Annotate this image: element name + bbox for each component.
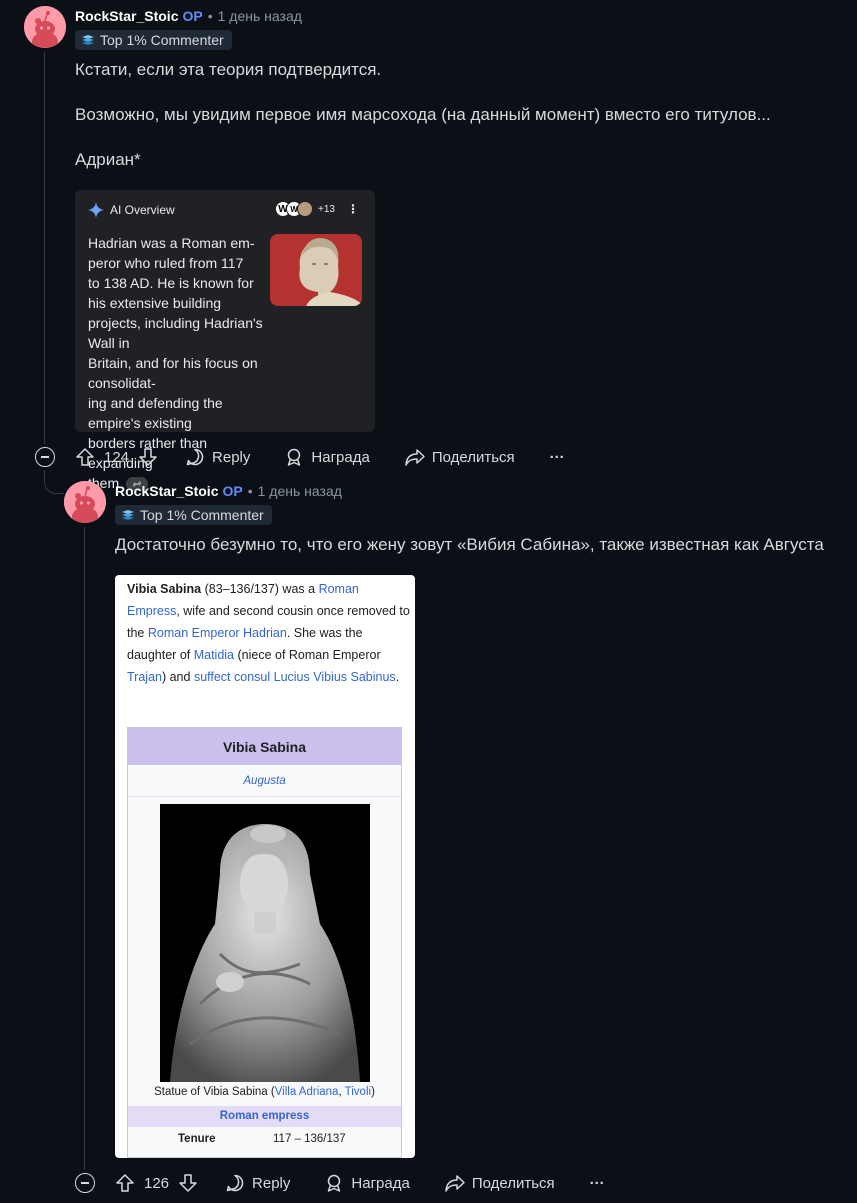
more-vertical-icon: ⋮ [347, 202, 359, 216]
share-icon [445, 1175, 465, 1192]
wiki-link: Roman Emperor Hadrian [147, 626, 287, 640]
collapse-button[interactable] [75, 1173, 95, 1193]
upvote-button[interactable] [75, 447, 95, 467]
caption-text: Statue of Vibia Sabina ( [154, 1086, 275, 1098]
avatar[interactable] [24, 6, 66, 48]
reply-button[interactable]: Reply [225, 1173, 290, 1193]
award-icon [328, 1174, 341, 1192]
timestamp[interactable]: 1 день назад [258, 483, 342, 499]
caption-text: ) [371, 1086, 375, 1098]
op-badge: OP [182, 8, 203, 24]
award-label: Награда [311, 448, 370, 466]
comment-meta: RockStar_Stoic OP • 1 день назад [75, 8, 302, 24]
share-label: Поделиться [431, 448, 515, 466]
username[interactable]: RockStar_Stoic [115, 483, 218, 499]
wikipedia-image[interactable]: Vibia Sabina (83–136/137) was a Roman Em… [115, 575, 415, 1158]
comment-meta: RockStar_Stoic OP • 1 день назад [115, 483, 342, 499]
infobox-row-key: Tenure [178, 1133, 216, 1145]
downvote-icon [179, 1174, 197, 1192]
reply-label: Reply [252, 1174, 291, 1192]
commenter-badge-icon [82, 35, 94, 45]
commenter-badge-icon [122, 510, 134, 520]
comment-text-line-2: Возможно, мы увидим первое имя марсохода… [75, 105, 771, 124]
comment-bubble-icon [186, 448, 204, 466]
timestamp[interactable]: 1 день назад [218, 8, 302, 24]
comment-actions: 124 Reply Награда Поделиться ··· [75, 442, 565, 472]
source-count: +13 [318, 203, 335, 215]
wiki-link: Matidia [193, 648, 235, 662]
wiki-text: (83–136/137) was a [201, 582, 319, 596]
reply-button[interactable]: Reply [185, 447, 250, 467]
ai-overview-image[interactable]: AI Overview W W +13 ⋮ Hadrian was a Roma… [75, 190, 375, 492]
wiki-intro-text: Vibia Sabina (83–136/137) was a Roman Em… [127, 578, 412, 688]
comment-text-line-3: Адриан* [75, 150, 141, 169]
thread-line-2 [84, 527, 85, 1170]
award-button[interactable]: Награда [324, 1173, 410, 1193]
wiki-text: (niece of Roman Emperor [234, 648, 381, 662]
statue-image [160, 804, 370, 1082]
upvote-button[interactable] [115, 1173, 135, 1193]
upvote-icon [116, 1174, 134, 1192]
downvote-icon [139, 448, 157, 466]
sparkle-icon [88, 202, 104, 218]
award-button[interactable]: Награда [284, 447, 370, 467]
ai-overview-title: AI Overview [110, 203, 175, 217]
thread-connector [44, 470, 64, 494]
op-badge: OP [222, 483, 243, 499]
share-button[interactable]: Поделиться [444, 1173, 555, 1193]
wiki-text: . [395, 670, 400, 684]
share-icon [405, 449, 425, 466]
infobox-section-header: Roman empress [128, 1106, 401, 1127]
wiki-link: Trajan [127, 670, 162, 684]
infobox-subtitle: Augusta [128, 765, 401, 797]
comment-text-line-1: Кстати, если эта теория подтвердится. [75, 60, 382, 79]
wiki-name: Vibia Sabina [127, 582, 202, 596]
user-flair: Top 1% Commenter [75, 30, 232, 50]
wiki-text: ) and [161, 670, 194, 684]
username[interactable]: RockStar_Stoic [75, 8, 178, 24]
upvote-icon [76, 448, 94, 466]
reply-label: Reply [212, 448, 251, 466]
user-flair: Top 1% Commenter [115, 505, 272, 525]
infobox-row-value: 117 – 136/137 [273, 1133, 346, 1145]
comment-bubble-icon [226, 1174, 244, 1192]
more-options-button[interactable]: ··· [590, 1175, 605, 1192]
score: 124 [104, 448, 130, 466]
downvote-button[interactable] [178, 1173, 198, 1193]
share-label: Поделиться [471, 1174, 555, 1192]
flair-label: Top 1% Commenter [140, 507, 264, 523]
avatar[interactable] [64, 481, 106, 523]
wiki-link: suffect consul Lucius Vibius Sabinus [193, 670, 396, 684]
infobox-title: Vibia Sabina [128, 728, 401, 765]
award-label: Награда [351, 1174, 410, 1192]
ai-overview-header: AI Overview [88, 202, 175, 218]
score: 126 [144, 1174, 170, 1192]
hadrian-bust-thumbnail [270, 234, 362, 306]
award-icon [288, 448, 301, 466]
share-button[interactable]: Поделиться [404, 447, 515, 467]
statue-caption: Statue of Vibia Sabina (Villa Adriana, T… [128, 1086, 401, 1098]
more-options-button[interactable]: ··· [550, 449, 565, 466]
thread-line-1 [44, 52, 45, 444]
collapse-button[interactable] [35, 447, 55, 467]
ai-sources: W W +13 ⋮ [275, 201, 359, 217]
separator: • [247, 483, 253, 499]
separator: • [207, 8, 213, 24]
caption-link: Tivoli [344, 1086, 372, 1098]
comment-text-line-1: Достаточно безумно то, что его жену зову… [115, 535, 824, 554]
flair-label: Top 1% Commenter [100, 32, 224, 48]
source-thumbnail-icon [297, 201, 314, 217]
caption-link: Villa Adriana [274, 1086, 339, 1098]
downvote-button[interactable] [138, 447, 158, 467]
comment-actions: 126 Reply Награда Поделиться ··· [115, 1168, 605, 1198]
wiki-infobox: Vibia Sabina Augusta Statue of Vibia Sab… [127, 727, 402, 1158]
